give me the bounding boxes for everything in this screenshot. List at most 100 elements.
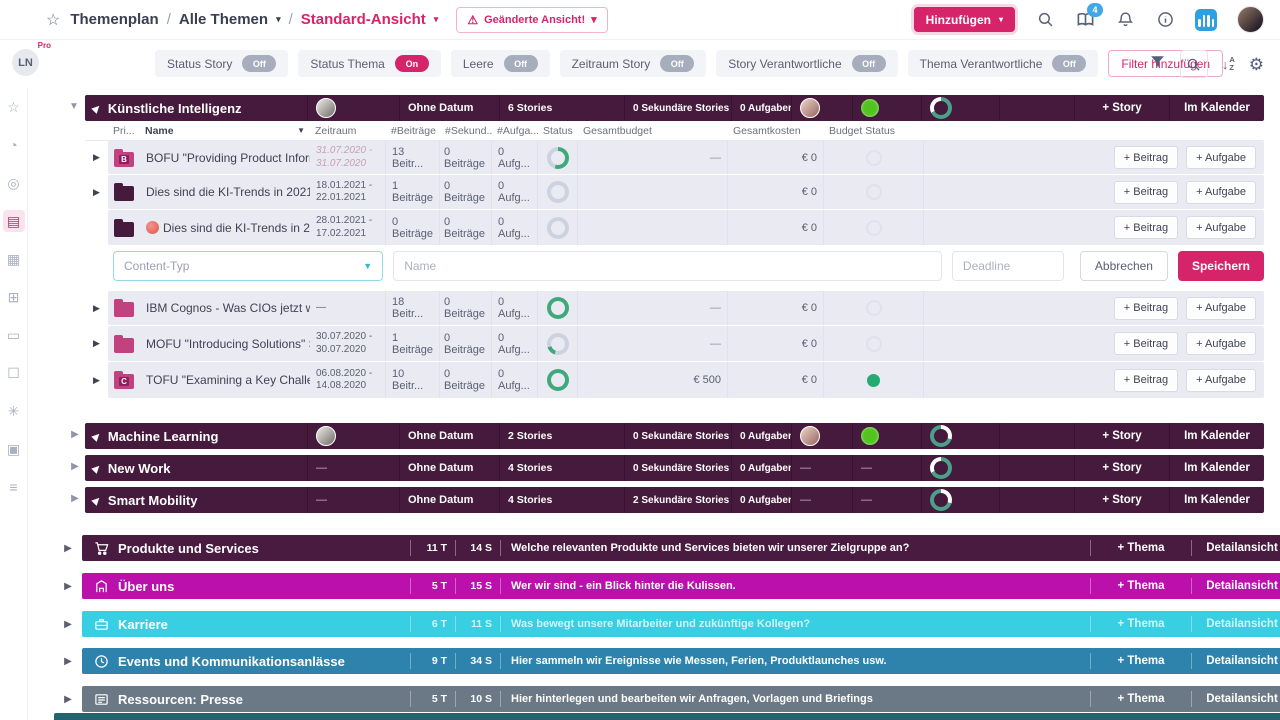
sidebar-item-network[interactable]: ✳ bbox=[3, 400, 25, 422]
section-bar[interactable]: Über uns 5 T 15 S Wer wir sind - ein Bli… bbox=[82, 573, 1280, 599]
add-contribution-button[interactable]: + Beitrag bbox=[1113, 216, 1179, 239]
column-gesamtbudget[interactable]: Gesamtbudget bbox=[578, 125, 728, 137]
sidebar-item-content-plan[interactable]: ▤ bbox=[2, 210, 25, 232]
filter-status-story[interactable]: Status Story Off bbox=[155, 50, 289, 77]
add-task-button[interactable]: + Aufgabe bbox=[1186, 296, 1256, 320]
add-task-button[interactable]: + Aufgabe bbox=[1186, 180, 1256, 204]
group-title[interactable]: Smart Mobility bbox=[108, 493, 198, 508]
story-name[interactable]: MOFU "Introducing Solutions" Story bbox=[140, 326, 310, 361]
add-contribution-button[interactable]: + Beitrag bbox=[1113, 296, 1179, 320]
cancel-button[interactable]: Abbrechen bbox=[1079, 250, 1168, 281]
section-bar[interactable]: Produkte und Services 11 T 14 S Welche r… bbox=[82, 535, 1280, 561]
column-priority[interactable]: Pri... bbox=[108, 125, 140, 137]
responsible-avatar[interactable] bbox=[800, 426, 820, 446]
deadline-input[interactable] bbox=[951, 250, 1064, 281]
sidebar-item-calendar[interactable]: ▦ bbox=[3, 248, 25, 270]
expand-icon[interactable]: ▶ bbox=[85, 141, 108, 174]
story-name[interactable]: BOFU "Providing Product Information" Sto… bbox=[140, 141, 310, 174]
breadcrumb-level1[interactable]: Alle Themen bbox=[179, 11, 268, 28]
add-task-button[interactable]: + Aufgabe bbox=[1186, 368, 1256, 392]
story-name[interactable]: TOFU "Examining a Key Challenge" Story bbox=[140, 362, 310, 398]
search-icon[interactable] bbox=[1035, 10, 1055, 30]
info-icon[interactable] bbox=[1155, 10, 1175, 30]
column-aufgaben[interactable]: #Aufga... bbox=[492, 125, 538, 137]
app-launcher-icon[interactable] bbox=[1195, 8, 1217, 31]
user-avatar[interactable] bbox=[1237, 6, 1264, 33]
column-sekundaere[interactable]: #Sekund... bbox=[440, 125, 492, 137]
theme-group-kuenstliche-intelligenz[interactable]: ▶ Künstliche Intelligenz Ohne Datum 6 St… bbox=[85, 95, 1264, 121]
add-story-button[interactable]: + Story bbox=[1075, 95, 1170, 121]
add-story-button[interactable]: + Story bbox=[1075, 487, 1170, 513]
add-theme-button[interactable]: + Thema bbox=[1091, 618, 1191, 630]
section-bar[interactable]: Karriere 6 T 11 S Was bewegt unsere Mita… bbox=[82, 611, 1280, 637]
owner-avatar[interactable] bbox=[316, 98, 336, 118]
theme-group-new-work[interactable]: ▶ New Work — Ohne Datum 4 Stories 0 Seku… bbox=[85, 455, 1264, 481]
bell-icon[interactable] bbox=[1115, 10, 1135, 30]
detail-view-button[interactable]: Detailansicht bbox=[1192, 580, 1280, 592]
calendar-view-button[interactable]: Im Kalender bbox=[1170, 455, 1264, 481]
add-task-button[interactable]: + Aufgabe bbox=[1186, 332, 1256, 355]
expand-icon[interactable]: ▶ bbox=[85, 175, 108, 209]
add-contribution-button[interactable]: + Beitrag bbox=[1113, 180, 1179, 204]
sidebar-item-dashboard[interactable]: ◔ bbox=[3, 134, 25, 156]
responsible-avatar[interactable] bbox=[800, 98, 820, 118]
add-task-button[interactable]: + Aufgabe bbox=[1186, 146, 1256, 169]
chevron-down-icon[interactable]: ▾ bbox=[434, 14, 439, 25]
expand-icon[interactable]: ▶ bbox=[54, 619, 82, 630]
calendar-view-button[interactable]: Im Kalender bbox=[1170, 423, 1264, 449]
chevron-down-icon[interactable]: ▾ bbox=[276, 14, 281, 25]
search-table-icon[interactable] bbox=[1179, 50, 1208, 78]
name-input[interactable] bbox=[393, 250, 942, 281]
calendar-view-button[interactable]: Im Kalender bbox=[1170, 487, 1264, 513]
toggle-off[interactable]: Off bbox=[1052, 55, 1087, 72]
add-story-button[interactable]: + Story bbox=[1075, 455, 1170, 481]
group-title[interactable]: Künstliche Intelligenz bbox=[108, 101, 242, 116]
theme-group-smart-mobility[interactable]: ▶ Smart Mobility — Ohne Datum 4 Stories … bbox=[85, 487, 1264, 513]
toggle-off[interactable]: Off bbox=[242, 55, 277, 72]
add-task-button[interactable]: + Aufgabe bbox=[1186, 216, 1256, 239]
column-budget-status[interactable]: Budget Status bbox=[824, 125, 924, 137]
expand-icon[interactable]: ▶ bbox=[85, 291, 108, 325]
save-button[interactable]: Speichern bbox=[1177, 250, 1264, 281]
add-theme-button[interactable]: + Thema bbox=[1091, 542, 1191, 554]
group-title[interactable]: New Work bbox=[108, 461, 171, 476]
expand-icon[interactable]: ▶ bbox=[67, 461, 83, 472]
toggle-on[interactable]: On bbox=[394, 55, 429, 72]
breadcrumb-root[interactable]: Themenplan bbox=[70, 11, 158, 28]
add-theme-button[interactable]: + Thema bbox=[1091, 580, 1191, 592]
sidebar-item-presentation[interactable]: ▭ bbox=[3, 324, 25, 346]
detail-view-button[interactable]: Detailansicht bbox=[1192, 693, 1280, 705]
sidebar-item-briefcase[interactable]: ▣ bbox=[3, 438, 25, 460]
collapse-icon[interactable]: ▼ bbox=[66, 101, 82, 112]
expand-icon[interactable]: ▶ bbox=[54, 694, 82, 705]
changed-view-button[interactable]: ⚠ Geänderte Ansicht! ▾ bbox=[456, 6, 608, 33]
column-beitraege[interactable]: #Beiträge bbox=[386, 125, 440, 137]
add-theme-button[interactable]: + Thema bbox=[1091, 693, 1191, 705]
filter-thema-verantwortliche[interactable]: Thema Verantwortliche Off bbox=[907, 50, 1099, 77]
sort-desc-icon[interactable]: ▼ bbox=[297, 126, 305, 135]
toggle-off[interactable]: Off bbox=[503, 55, 538, 72]
sidebar-item-settings[interactable]: ≡ bbox=[3, 476, 25, 498]
detail-view-button[interactable]: Detailansicht bbox=[1192, 542, 1280, 554]
gear-icon[interactable]: ⚙ bbox=[1249, 56, 1264, 73]
section-bar[interactable]: Ressourcen: Presse 5 T 10 S Hier hinterl… bbox=[82, 686, 1280, 712]
sidebar-item-board[interactable]: ⊞ bbox=[3, 286, 25, 308]
add-story-button[interactable]: + Story bbox=[1075, 423, 1170, 449]
breadcrumb-view[interactable]: Standard-Ansicht bbox=[301, 11, 426, 28]
expand-icon[interactable]: ▶ bbox=[67, 493, 83, 504]
detail-view-button[interactable]: Detailansicht bbox=[1192, 655, 1280, 667]
column-name[interactable]: Name ▼ bbox=[140, 125, 310, 137]
column-status[interactable]: Status bbox=[538, 125, 578, 137]
theme-group-machine-learning[interactable]: ▶ Machine Learning Ohne Datum 2 Stories … bbox=[85, 423, 1264, 449]
sidebar-item-archive[interactable]: ☐ bbox=[3, 362, 25, 384]
expand-icon[interactable]: ▶ bbox=[54, 581, 82, 592]
column-gesamtkosten[interactable]: Gesamtkosten bbox=[728, 125, 824, 137]
toggle-off[interactable]: Off bbox=[660, 55, 695, 72]
expand-icon[interactable]: ▶ bbox=[67, 429, 83, 440]
story-name[interactable]: Dies sind die KI-Trends in 2021 bbox=[140, 175, 310, 209]
expand-icon[interactable]: ▶ bbox=[85, 326, 108, 361]
expand-icon[interactable]: ▶ bbox=[85, 362, 108, 398]
filter-story-verantwortliche[interactable]: Story Verantwortliche Off bbox=[716, 50, 898, 77]
story-name[interactable]: IBM Cognos - Was CIOs jetzt wissen müsse… bbox=[140, 291, 310, 325]
news-book-icon[interactable]: 4 bbox=[1075, 2, 1103, 30]
